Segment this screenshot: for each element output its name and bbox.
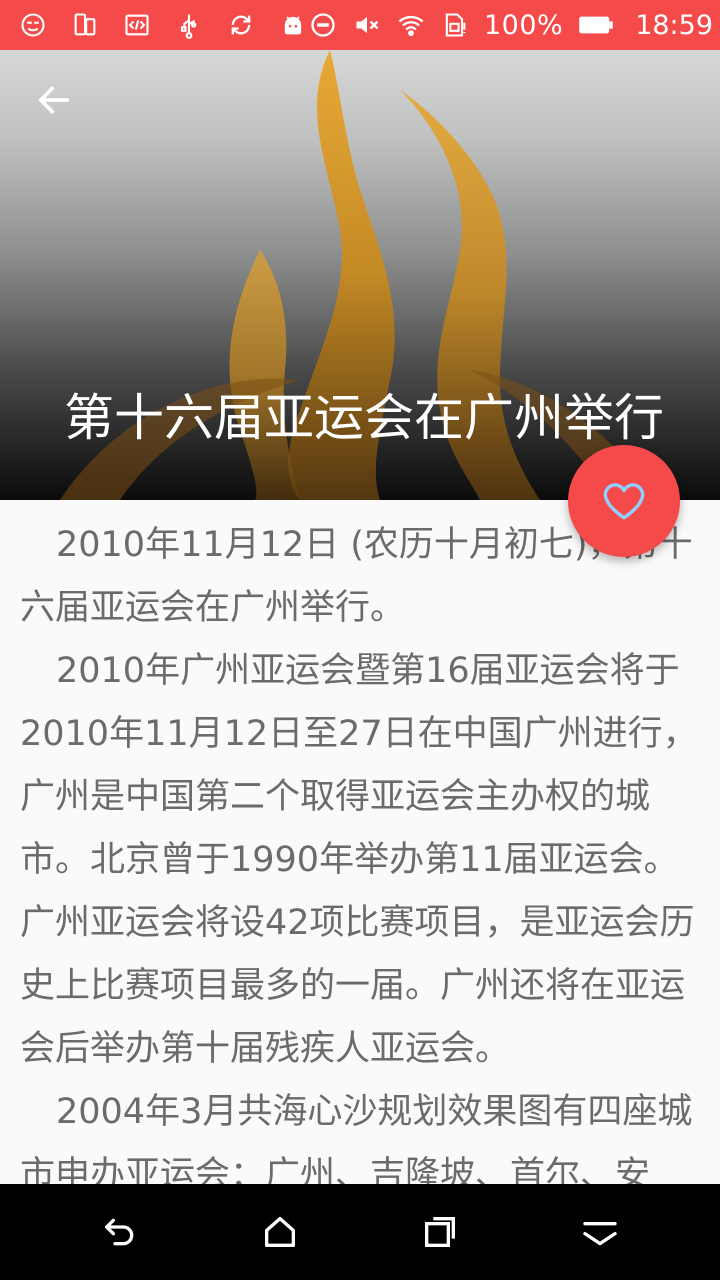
- emoji-icon: [18, 10, 48, 40]
- phone-transfer-icon: [70, 10, 100, 40]
- code-icon: [122, 10, 152, 40]
- navigation-bar: [0, 1184, 720, 1280]
- favorite-button[interactable]: [568, 445, 680, 557]
- clock: 18:59: [635, 9, 714, 41]
- article-body: 2010年11月12日 (农历十月初七)，第十六届亚运会在广州举行。 2010年…: [20, 514, 700, 1184]
- battery-icon: [577, 10, 615, 40]
- heart-icon: [603, 483, 645, 520]
- home-icon: [265, 1217, 295, 1247]
- nav-recents-button[interactable]: [400, 1192, 480, 1272]
- sync-icon: [226, 10, 256, 40]
- usb-icon: [174, 10, 204, 40]
- battery-percentage: 100%: [484, 9, 564, 41]
- header-image: 第十六届亚运会在广州举行: [0, 50, 720, 500]
- status-bar: 100% 18:59: [0, 0, 720, 50]
- back-button[interactable]: [22, 72, 86, 128]
- arrow-back-icon: [38, 86, 70, 114]
- wifi-icon: [396, 10, 426, 40]
- nav-notifications-button[interactable]: [560, 1192, 640, 1272]
- nav-home-button[interactable]: [240, 1192, 320, 1272]
- notifications-icon: [583, 1222, 617, 1246]
- recents-icon: [425, 1217, 455, 1247]
- article-paragraph: 2004年3月共海心沙规划效果图有四座城市申办亚运会：广州、吉隆坡、首尔、安: [20, 1092, 693, 1184]
- nav-back-button[interactable]: [80, 1192, 160, 1272]
- article-paragraph: 2010年广州亚运会暨第16届亚运会将于2010年11月12日至27日在中国广州…: [20, 651, 698, 1069]
- mute-icon: [352, 10, 382, 40]
- android-icon: [278, 10, 308, 40]
- sim-alert-icon: [440, 10, 470, 40]
- back-nav-icon: [105, 1218, 134, 1246]
- page-title: 第十六届亚运会在广州举行: [64, 389, 664, 447]
- do-not-disturb-icon: [308, 10, 338, 40]
